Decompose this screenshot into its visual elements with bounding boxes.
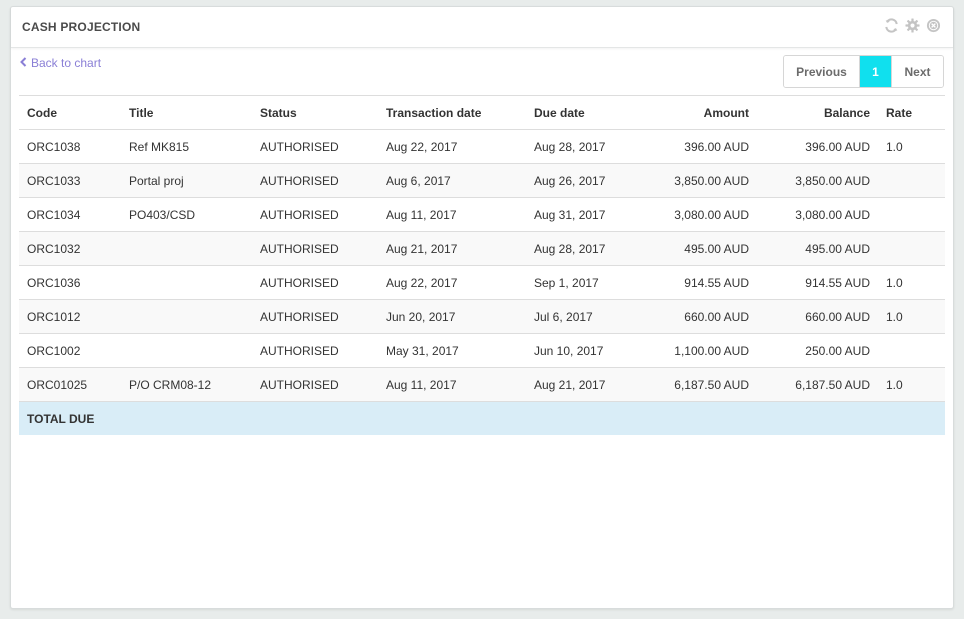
- cell-balance: 6,187.50 AUD: [757, 367, 878, 402]
- cell-title: Portal proj: [121, 163, 252, 198]
- column-header-transaction-date[interactable]: Transaction date: [378, 95, 526, 130]
- chevron-left-icon: [20, 56, 27, 70]
- cell-amount: 495.00 AUD: [641, 231, 757, 266]
- cell-balance: 914.55 AUD: [757, 265, 878, 300]
- previous-page-button[interactable]: Previous: [784, 56, 860, 87]
- cash-projection-panel: CASH PROJECTION Back to chart Previous 1…: [10, 6, 954, 609]
- cell-transaction-date: Aug 22, 2017: [378, 129, 526, 164]
- total-due-row: TOTAL DUE: [19, 401, 945, 435]
- cell-rate: [878, 231, 945, 266]
- cell-code: ORC01025: [19, 367, 121, 402]
- page-1-button[interactable]: 1: [860, 56, 891, 87]
- cell-title: [121, 299, 252, 334]
- refresh-icon[interactable]: [883, 17, 899, 33]
- table-row[interactable]: ORC1012 AUTHORISED Jun 20, 2017 Jul 6, 2…: [19, 299, 945, 334]
- cell-due-date: Aug 28, 2017: [526, 129, 641, 164]
- column-header-rate[interactable]: Rate: [878, 95, 945, 130]
- panel-title: CASH PROJECTION: [22, 20, 141, 34]
- cell-title: [121, 333, 252, 368]
- table-row[interactable]: ORC1036 AUTHORISED Aug 22, 2017 Sep 1, 2…: [19, 265, 945, 300]
- cell-amount: 3,850.00 AUD: [641, 163, 757, 198]
- cell-amount: 6,187.50 AUD: [641, 367, 757, 402]
- cell-transaction-date: Aug 11, 2017: [378, 197, 526, 232]
- cell-due-date: Aug 31, 2017: [526, 197, 641, 232]
- cell-rate: [878, 197, 945, 232]
- cell-due-date: Sep 1, 2017: [526, 265, 641, 300]
- table-header-row: Code Title Status Transaction date Due d…: [19, 95, 945, 130]
- column-header-code[interactable]: Code: [19, 95, 121, 130]
- cell-due-date: Jun 10, 2017: [526, 333, 641, 368]
- back-to-chart-link[interactable]: Back to chart: [20, 56, 101, 70]
- column-header-due-date[interactable]: Due date: [526, 95, 641, 130]
- cell-transaction-date: Aug 22, 2017: [378, 265, 526, 300]
- cell-title: PO403/CSD: [121, 197, 252, 232]
- cell-code: ORC1034: [19, 197, 121, 232]
- table-row[interactable]: ORC1038 Ref MK815 AUTHORISED Aug 22, 201…: [19, 129, 945, 164]
- table-row[interactable]: ORC1034 PO403/CSD AUTHORISED Aug 11, 201…: [19, 197, 945, 232]
- cell-due-date: Aug 26, 2017: [526, 163, 641, 198]
- cell-balance: 3,080.00 AUD: [757, 197, 878, 232]
- cell-rate: [878, 333, 945, 368]
- cell-title: P/O CRM08-12: [121, 367, 252, 402]
- column-header-balance[interactable]: Balance: [757, 95, 878, 130]
- cell-transaction-date: Aug 6, 2017: [378, 163, 526, 198]
- cell-balance: 396.00 AUD: [757, 129, 878, 164]
- pagination: Previous 1 Next: [783, 55, 944, 88]
- cell-status: AUTHORISED: [252, 129, 378, 164]
- cell-amount: 914.55 AUD: [641, 265, 757, 300]
- column-header-status[interactable]: Status: [252, 95, 378, 130]
- cell-transaction-date: Aug 21, 2017: [378, 231, 526, 266]
- cell-status: AUTHORISED: [252, 163, 378, 198]
- cell-rate: [878, 163, 945, 198]
- cell-code: ORC1036: [19, 265, 121, 300]
- cell-status: AUTHORISED: [252, 197, 378, 232]
- table-row[interactable]: ORC1033 Portal proj AUTHORISED Aug 6, 20…: [19, 163, 945, 198]
- cell-status: AUTHORISED: [252, 265, 378, 300]
- cell-code: ORC1038: [19, 129, 121, 164]
- column-header-title[interactable]: Title: [121, 95, 252, 130]
- next-page-button[interactable]: Next: [891, 56, 943, 87]
- table-row[interactable]: ORC1032 AUTHORISED Aug 21, 2017 Aug 28, …: [19, 231, 945, 266]
- cell-due-date: Aug 28, 2017: [526, 231, 641, 266]
- cell-transaction-date: May 31, 2017: [378, 333, 526, 368]
- cell-amount: 396.00 AUD: [641, 129, 757, 164]
- cell-status: AUTHORISED: [252, 299, 378, 334]
- cell-title: Ref MK815: [121, 129, 252, 164]
- table-row[interactable]: ORC1002 AUTHORISED May 31, 2017 Jun 10, …: [19, 333, 945, 368]
- column-header-amount[interactable]: Amount: [641, 95, 757, 130]
- cell-title: [121, 265, 252, 300]
- cell-balance: 660.00 AUD: [757, 299, 878, 334]
- cell-code: ORC1012: [19, 299, 121, 334]
- cell-balance: 250.00 AUD: [757, 333, 878, 368]
- cell-due-date: Aug 21, 2017: [526, 367, 641, 402]
- cell-code: ORC1033: [19, 163, 121, 198]
- panel-header: CASH PROJECTION: [11, 7, 953, 48]
- cell-amount: 3,080.00 AUD: [641, 197, 757, 232]
- cell-rate: 1.0: [878, 129, 945, 164]
- panel-header-icons: [883, 17, 941, 33]
- cell-status: AUTHORISED: [252, 333, 378, 368]
- cell-rate: 1.0: [878, 265, 945, 300]
- cell-code: ORC1002: [19, 333, 121, 368]
- cell-amount: 1,100.00 AUD: [641, 333, 757, 368]
- cell-status: AUTHORISED: [252, 367, 378, 402]
- cell-transaction-date: Aug 11, 2017: [378, 367, 526, 402]
- total-due-label: TOTAL DUE: [19, 401, 945, 435]
- cell-due-date: Jul 6, 2017: [526, 299, 641, 334]
- table-row[interactable]: ORC01025 P/O CRM08-12 AUTHORISED Aug 11,…: [19, 367, 945, 402]
- cell-code: ORC1032: [19, 231, 121, 266]
- cell-rate: 1.0: [878, 299, 945, 334]
- cash-projection-table: Code Title Status Transaction date Due d…: [19, 95, 945, 435]
- close-icon[interactable]: [925, 17, 941, 33]
- cell-balance: 3,850.00 AUD: [757, 163, 878, 198]
- back-link-label: Back to chart: [31, 56, 102, 70]
- cell-title: [121, 231, 252, 266]
- cell-balance: 495.00 AUD: [757, 231, 878, 266]
- gear-icon[interactable]: [904, 17, 920, 33]
- cell-transaction-date: Jun 20, 2017: [378, 299, 526, 334]
- cell-rate: 1.0: [878, 367, 945, 402]
- cell-amount: 660.00 AUD: [641, 299, 757, 334]
- cell-status: AUTHORISED: [252, 231, 378, 266]
